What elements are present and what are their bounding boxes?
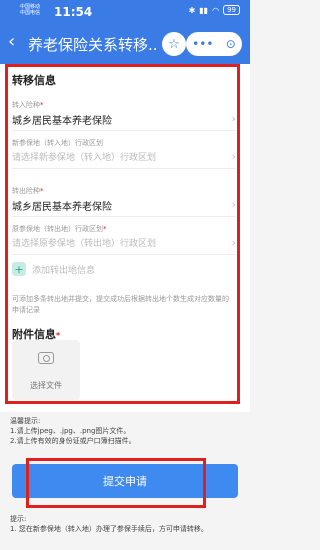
tips-title: 温馨提示: [10, 417, 41, 425]
out-type-value[interactable]: 城乡居民基本养老保险 [12, 198, 112, 213]
chevron-right-icon: › [231, 198, 236, 211]
chevron-right-icon: › [231, 236, 236, 249]
battery-indicator: 99 [223, 5, 240, 15]
tips2-block: 提示: 1. 您在新参保地（转入地）办理了参保手续后，方可申请转移。 [10, 514, 242, 534]
tips2-line: 1. 您在新参保地（转入地）办理了参保手续后，方可申请转移。 [10, 525, 208, 533]
tips-block: 温馨提示: 1.请上传jpeg、.jpg、.png图片文件。 2.请上传有效的身… [10, 416, 242, 446]
wifi-icon: ◠ [212, 5, 220, 15]
signal-icon: ▮▮ [199, 5, 209, 15]
page-title: 养老保险关系转移... [28, 36, 158, 54]
plus-icon: + [12, 262, 26, 276]
old-area-label: 原参保地（转出地）行政区划* [12, 225, 107, 233]
transfer-note: 可添加多条转出地并提交，提交成功后根据转出地个数生成对应数量的申请记录 [12, 295, 229, 314]
nav-bar: ‹ 养老保险关系转移... ☆ ••• ⊙ [0, 24, 250, 64]
more-icon[interactable]: ••• [192, 37, 213, 51]
tips2-title: 提示: [10, 515, 27, 523]
upload-file-button[interactable]: 选择文件 [12, 340, 80, 400]
submit-button[interactable]: 提交申请 [12, 464, 238, 498]
mini-program-capsule: ••• ⊙ [186, 32, 242, 56]
in-type-label: 转入险种* [12, 101, 44, 109]
favorite-button[interactable]: ☆ [162, 32, 186, 56]
section-title-transfer: 转移信息 [12, 74, 56, 87]
clock: 11:54 [54, 5, 93, 19]
in-type-value[interactable]: 城乡居民基本养老保险 [12, 112, 112, 127]
status-bar: 中国移动 中国电信 11:54 ✱ ▮▮ ◠ 99 [0, 0, 250, 24]
out-type-label: 转出险种* [12, 187, 44, 195]
close-icon[interactable]: ⊙ [226, 37, 236, 51]
old-area-select[interactable]: 请选择原参保地（转出地）行政区划 [12, 236, 156, 249]
star-icon: ☆ [168, 36, 180, 52]
tips-line: 2.请上传有效的身份证或户口簿扫描件。 [10, 437, 136, 445]
add-transfer-label: 添加转出地信息 [32, 265, 96, 276]
divider [12, 254, 236, 255]
bluetooth-icon: ✱ [188, 5, 196, 15]
chevron-right-icon: › [231, 150, 236, 163]
divider [12, 168, 236, 169]
carrier-info: 中国移动 中国电信 [20, 4, 40, 16]
upload-label: 选择文件 [30, 381, 62, 390]
divider [12, 130, 236, 131]
back-icon[interactable]: ‹ [8, 31, 15, 52]
status-icons: ✱ ▮▮ ◠ 99 [189, 5, 240, 15]
camera-icon [38, 352, 54, 364]
new-area-label: 新参保地（转入地）行政区划 [12, 139, 103, 147]
chevron-right-icon: › [231, 112, 236, 125]
tips-line: 1.请上传jpeg、.jpg、.png图片文件。 [10, 427, 131, 435]
divider [12, 216, 236, 217]
add-transfer-row[interactable]: + 添加转出地信息 [12, 262, 95, 276]
carrier-2: 中国电信 [20, 10, 41, 16]
new-area-select[interactable]: 请选择新参保地（转入地）行政区划 [12, 150, 156, 163]
